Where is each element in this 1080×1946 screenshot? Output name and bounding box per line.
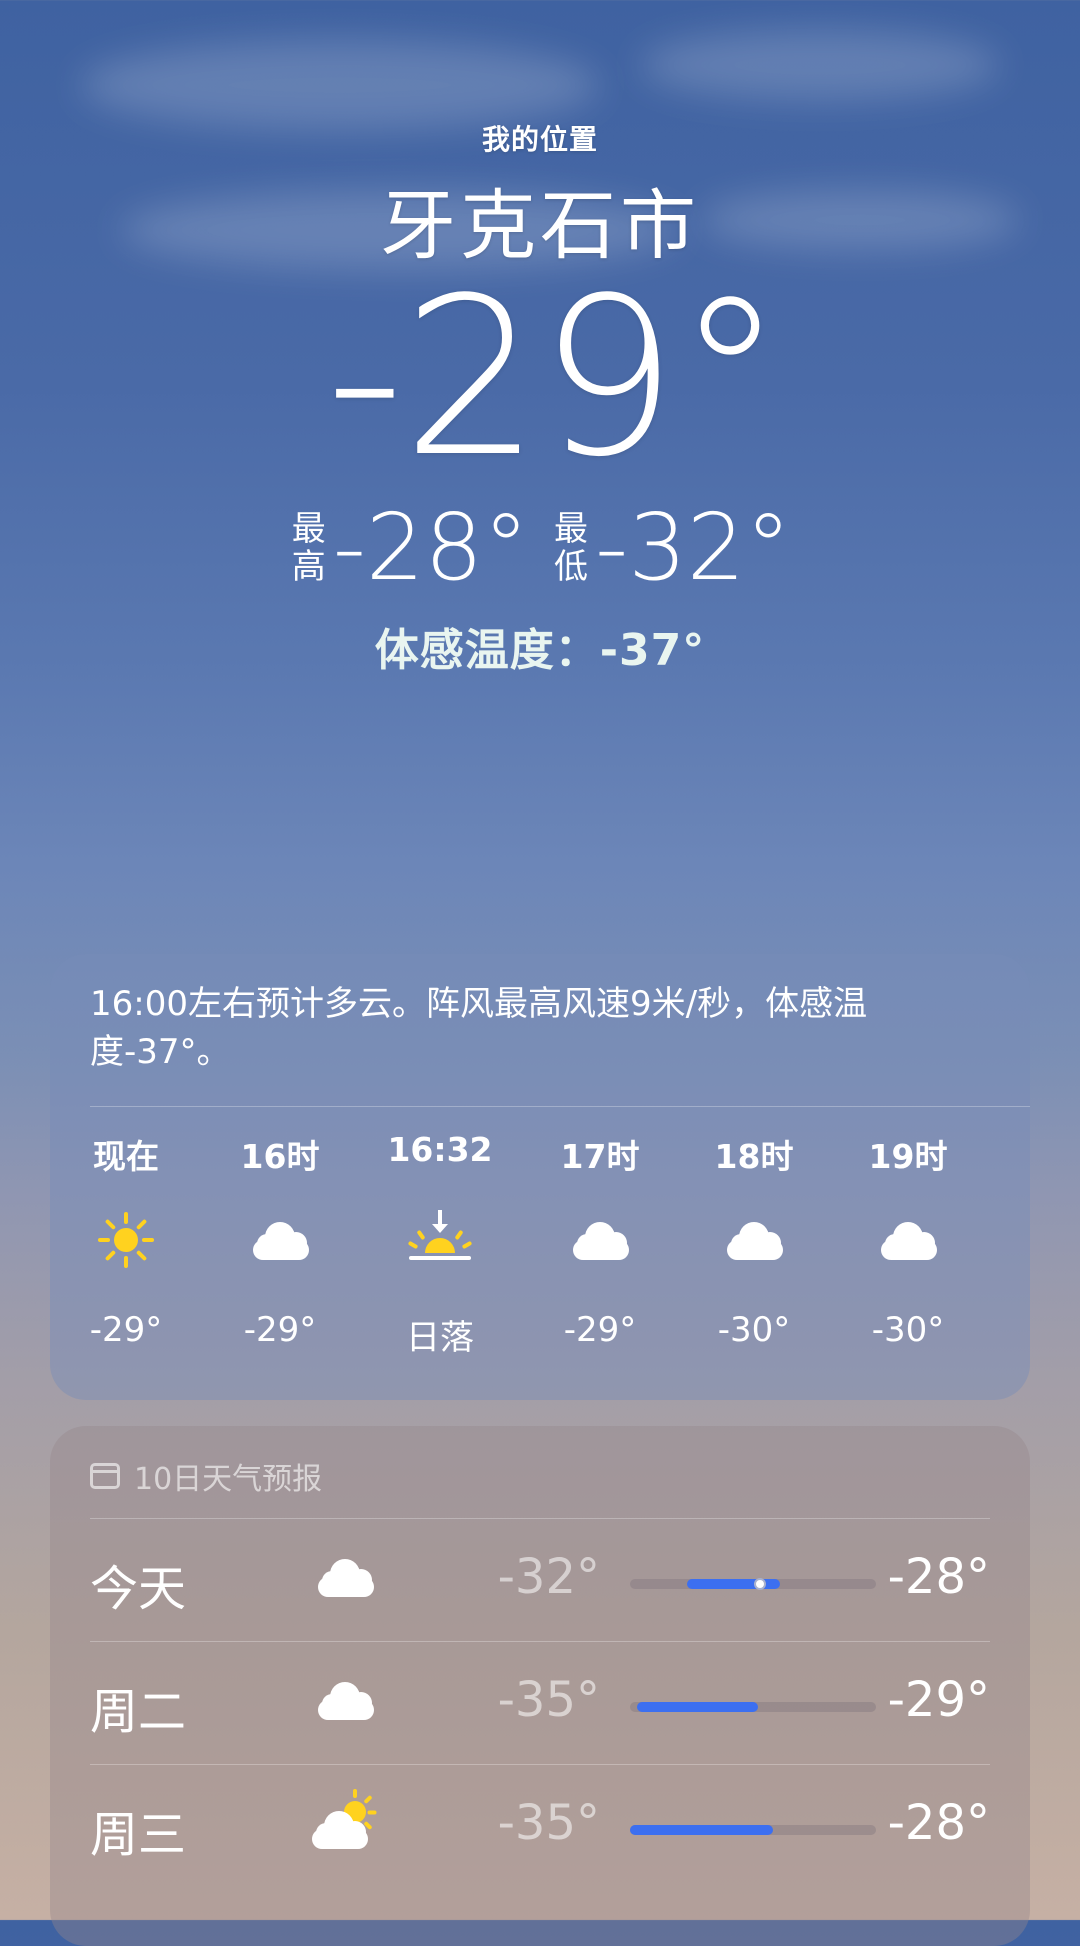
low-label: 最 低 (551, 510, 591, 586)
temperature-range-bar (630, 1825, 876, 1835)
day-row[interactable]: 周三 -35° -28° (90, 1764, 990, 1887)
hourly-forecast-card[interactable]: 16:00左右预计多云。阵风最高风速9米/秒，体感温度-37°。 现在 -29°… (50, 954, 1030, 1400)
hour-temp: -30° (871, 1310, 945, 1350)
hourly-summary: 16:00左右预计多云。阵风最高风速9米/秒，体感温度-37°。 (90, 984, 868, 1072)
hour-item[interactable]: 16:32 日落 (370, 1130, 510, 1359)
sunset-icon (405, 1210, 475, 1270)
location-subtitle: 我的位置 (481, 123, 598, 156)
hour-time: 现在 (93, 1137, 159, 1176)
hour-item[interactable]: 17时 -29° (530, 1130, 670, 1350)
day-row[interactable]: 周二 -35° -29° (90, 1641, 990, 1764)
low-label-text: 最 低 (554, 509, 588, 587)
hour-time: 17时 (560, 1137, 640, 1176)
cloud-icon (719, 1210, 789, 1270)
range-fill (686, 1579, 781, 1589)
hour-time: 18时 (714, 1137, 794, 1176)
hour-time: 19时 (868, 1137, 948, 1176)
range-fill (630, 1825, 773, 1835)
calendar-icon (90, 1463, 120, 1489)
hour-time: 16:32 (387, 1130, 493, 1169)
hour-item[interactable]: 19时 -30° (838, 1130, 978, 1350)
sky-cloud (640, 30, 1000, 100)
temperature-range-bar (630, 1702, 876, 1712)
day-name: 周三 (90, 1807, 187, 1863)
high-value: -28° (332, 494, 529, 601)
cloud-icon (310, 1547, 380, 1607)
ten-day-header: 10日天气预报 (90, 1454, 322, 1498)
cloud-icon (310, 1670, 380, 1730)
ten-day-title: 10日天气预报 (134, 1462, 323, 1497)
ten-day-forecast-card[interactable]: 10日天气预报 今天 -32° -28° 周二 -35° -29° 周三 -35… (50, 1426, 1030, 1946)
hour-temp: 日落 (406, 1318, 474, 1358)
hour-temp: -30° (717, 1310, 791, 1350)
hour-temp: -29° (243, 1310, 317, 1350)
day-name: 周二 (90, 1684, 187, 1740)
cloud-icon (565, 1210, 635, 1270)
hour-time: 16时 (240, 1137, 320, 1176)
day-name: 今天 (90, 1561, 187, 1617)
day-high-temp: -29° (887, 1672, 990, 1728)
hour-temp: -29° (563, 1310, 637, 1350)
day-high-temp: -28° (887, 1795, 990, 1851)
sky-cloud (80, 40, 600, 130)
day-high-temp: -28° (887, 1549, 990, 1605)
day-low-temp: -35° (497, 1795, 600, 1851)
high-label-text: 最 高 (291, 509, 326, 587)
range-fill (637, 1702, 758, 1712)
feels-like: 体感温度：-37° (374, 625, 706, 676)
hour-temp: -29° (89, 1310, 163, 1350)
sun-icon (91, 1210, 161, 1270)
high-group: 最 高 -28° (289, 502, 529, 594)
temperature-range-bar (630, 1578, 876, 1590)
partly-cloudy-icon (310, 1789, 380, 1853)
day-low-temp: -35° (497, 1672, 600, 1728)
day-row[interactable]: 今天 -32° -28° (90, 1518, 990, 1641)
hour-item[interactable]: 现在 -29° (56, 1130, 196, 1350)
divider (90, 1106, 1030, 1107)
day-low-temp: -32° (497, 1549, 600, 1605)
hour-item[interactable]: 16时 -29° (210, 1130, 350, 1350)
low-value: -32° (595, 494, 792, 601)
high-low-row: 最 高 -28° 最 低 -32° (0, 502, 1080, 594)
weather-header: 我的位置 牙克石市 -29° 最 高 -28° 最 低 -32° 体感温度：-3… (0, 118, 1080, 678)
hour-item[interactable]: 18时 -30° (684, 1130, 824, 1350)
cloud-icon (873, 1210, 943, 1270)
high-label: 最 高 (289, 510, 329, 586)
low-group: 最 低 -32° (551, 502, 791, 594)
current-temperature: -29° (325, 252, 784, 505)
cloud-icon (245, 1210, 315, 1270)
